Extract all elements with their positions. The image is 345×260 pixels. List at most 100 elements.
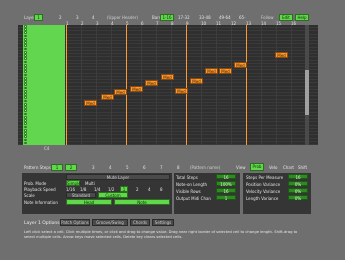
pattern-step-8[interactable]: 8 bbox=[177, 166, 180, 170]
upper-header: (Upper Header) bbox=[107, 15, 139, 20]
step-line bbox=[216, 25, 217, 145]
view-prob-button[interactable]: Prob bbox=[250, 163, 264, 171]
note-cell[interactable]: Med bbox=[145, 80, 158, 86]
key-indicator-icon bbox=[24, 122, 27, 126]
tab-patch-options[interactable]: Patch Options bbox=[60, 219, 90, 226]
note-cell[interactable]: Med bbox=[190, 78, 203, 84]
length-variance-label: Length Variance bbox=[246, 196, 279, 201]
step-line bbox=[96, 25, 97, 145]
note-info-head-button[interactable]: Head bbox=[66, 199, 112, 205]
step-line bbox=[276, 25, 277, 145]
prob-mode-label: Prob. Mode bbox=[24, 181, 47, 186]
step-line bbox=[81, 25, 82, 145]
key-indicator-icon bbox=[24, 60, 27, 64]
pattern-step-3[interactable]: 3 bbox=[92, 166, 95, 170]
steps-per-measure-label: Steps Per Measure bbox=[246, 175, 284, 180]
note-on-length-label: Note-on Length bbox=[176, 182, 208, 187]
step-line bbox=[291, 25, 292, 145]
pattern-step-2[interactable]: 2 bbox=[65, 164, 77, 171]
note-cell[interactable]: Med bbox=[130, 86, 143, 92]
mute-layer-button[interactable]: Mute Layer bbox=[66, 174, 170, 180]
view-chart-button[interactable]: Chart bbox=[283, 166, 294, 170]
speed-option[interactable]: 2 bbox=[136, 188, 139, 192]
step-line bbox=[261, 25, 262, 145]
layer-options-title: Layer 1 Options bbox=[24, 221, 60, 226]
position-variance-label: Position Variance bbox=[246, 182, 281, 187]
pattern-step-4[interactable]: 4 bbox=[109, 166, 112, 170]
velocity-variance-value[interactable]: 0% bbox=[288, 188, 308, 194]
key-indicator-icon bbox=[24, 141, 27, 145]
view-shift-button[interactable]: Shift bbox=[298, 166, 307, 170]
key-indicator-icon bbox=[24, 109, 27, 113]
key-indicator-icon bbox=[24, 96, 27, 100]
scale-standard-button[interactable]: Standard bbox=[66, 192, 96, 198]
step-line bbox=[201, 25, 202, 145]
beat-line bbox=[246, 25, 247, 145]
layer-2-button[interactable]: 2 bbox=[59, 16, 62, 20]
note-cell[interactable]: Med bbox=[205, 68, 218, 74]
key-indicator-icon bbox=[24, 125, 27, 129]
visible-rows-label: Visible Rows bbox=[176, 189, 201, 194]
pattern-step-1[interactable]: 1 bbox=[51, 164, 63, 171]
tab-settings[interactable]: Settings bbox=[152, 219, 174, 226]
visible-rows-value[interactable]: 16 bbox=[216, 188, 236, 194]
position-variance-value[interactable]: 0% bbox=[288, 181, 308, 187]
note-cell[interactable]: Med bbox=[84, 100, 97, 106]
bars-33-48-button[interactable]: 33-48 bbox=[199, 16, 211, 20]
key-indicator-icon bbox=[24, 135, 27, 138]
step-line bbox=[141, 25, 142, 145]
total-steps-value[interactable]: 16 bbox=[216, 174, 236, 180]
help-text: Left click select a cell. Click multiple… bbox=[24, 230, 298, 239]
grid-scroll-thumb[interactable] bbox=[305, 70, 309, 115]
layer-1-button[interactable]: 1 bbox=[34, 14, 43, 21]
pattern-step-6[interactable]: 6 bbox=[143, 166, 146, 170]
note-cell[interactable]: Med bbox=[161, 74, 174, 80]
note-cell[interactable]: Med bbox=[114, 89, 127, 95]
layer-3-button[interactable]: 3 bbox=[76, 16, 79, 20]
bars-1-16-button[interactable]: 1-16 bbox=[160, 14, 174, 21]
view-velo-button[interactable]: Velo bbox=[269, 166, 277, 170]
tab-groove-swing[interactable]: Groove/Swing bbox=[92, 219, 128, 226]
key-indicator-icon bbox=[24, 99, 27, 103]
note-cell[interactable]: Med bbox=[101, 94, 114, 100]
note-cell[interactable]: Med bbox=[219, 68, 232, 74]
note-on-length-value[interactable]: 100% bbox=[216, 181, 236, 187]
note-information-label: Note Information bbox=[24, 200, 58, 205]
key-indicator-icon bbox=[24, 73, 27, 77]
layer-4-button[interactable]: 4 bbox=[92, 16, 95, 20]
pattern-name: (Pattern name) bbox=[190, 165, 221, 170]
length-variance-value[interactable]: 0% bbox=[288, 195, 308, 201]
scale-label: Scale bbox=[24, 193, 35, 198]
pattern-steps-label: Pattern Steps bbox=[24, 165, 51, 170]
note-cell[interactable]: Med bbox=[234, 62, 247, 68]
beat-line bbox=[186, 25, 187, 145]
piano-keys[interactable] bbox=[23, 25, 65, 145]
playback-speed-label: Playback Speed bbox=[24, 187, 56, 192]
note-cell[interactable]: Med bbox=[175, 88, 188, 94]
bars-65-button[interactable]: 65- bbox=[239, 16, 246, 20]
speed-option[interactable]: 4 bbox=[148, 188, 151, 192]
beat-line bbox=[66, 25, 67, 145]
key-indicator-icon bbox=[24, 83, 27, 87]
pattern-step-5[interactable]: 5 bbox=[126, 166, 129, 170]
output-midi-chan-label: Output Midi Chan bbox=[176, 196, 211, 201]
help-button[interactable]: Help bbox=[295, 14, 309, 21]
beat-line bbox=[126, 25, 127, 145]
step-line bbox=[231, 25, 232, 145]
key-indicator-icon bbox=[24, 112, 27, 116]
bars-17-32-button[interactable]: 17-32 bbox=[178, 16, 190, 20]
steps-per-measure-value[interactable]: 16 bbox=[288, 174, 308, 180]
step-line bbox=[111, 25, 112, 145]
output-midi-chan-value[interactable]: 1 bbox=[216, 195, 236, 201]
follow-toggle[interactable]: Follow bbox=[261, 16, 274, 20]
speed-option[interactable]: 8 bbox=[160, 188, 163, 192]
edit-button[interactable]: Edit bbox=[279, 14, 293, 21]
note-info-note-button[interactable]: Note bbox=[114, 199, 170, 205]
note-cell[interactable]: Med bbox=[275, 52, 288, 58]
key-indicator-icon bbox=[24, 44, 27, 48]
pattern-step-7[interactable]: 7 bbox=[160, 166, 163, 170]
tab-chords[interactable]: Chords bbox=[130, 219, 150, 226]
bars-49-64-button[interactable]: 49-64 bbox=[219, 16, 231, 20]
scale-custom-button[interactable]: Custom bbox=[98, 192, 128, 198]
velocity-variance-label: Velocity Variance bbox=[246, 189, 281, 194]
